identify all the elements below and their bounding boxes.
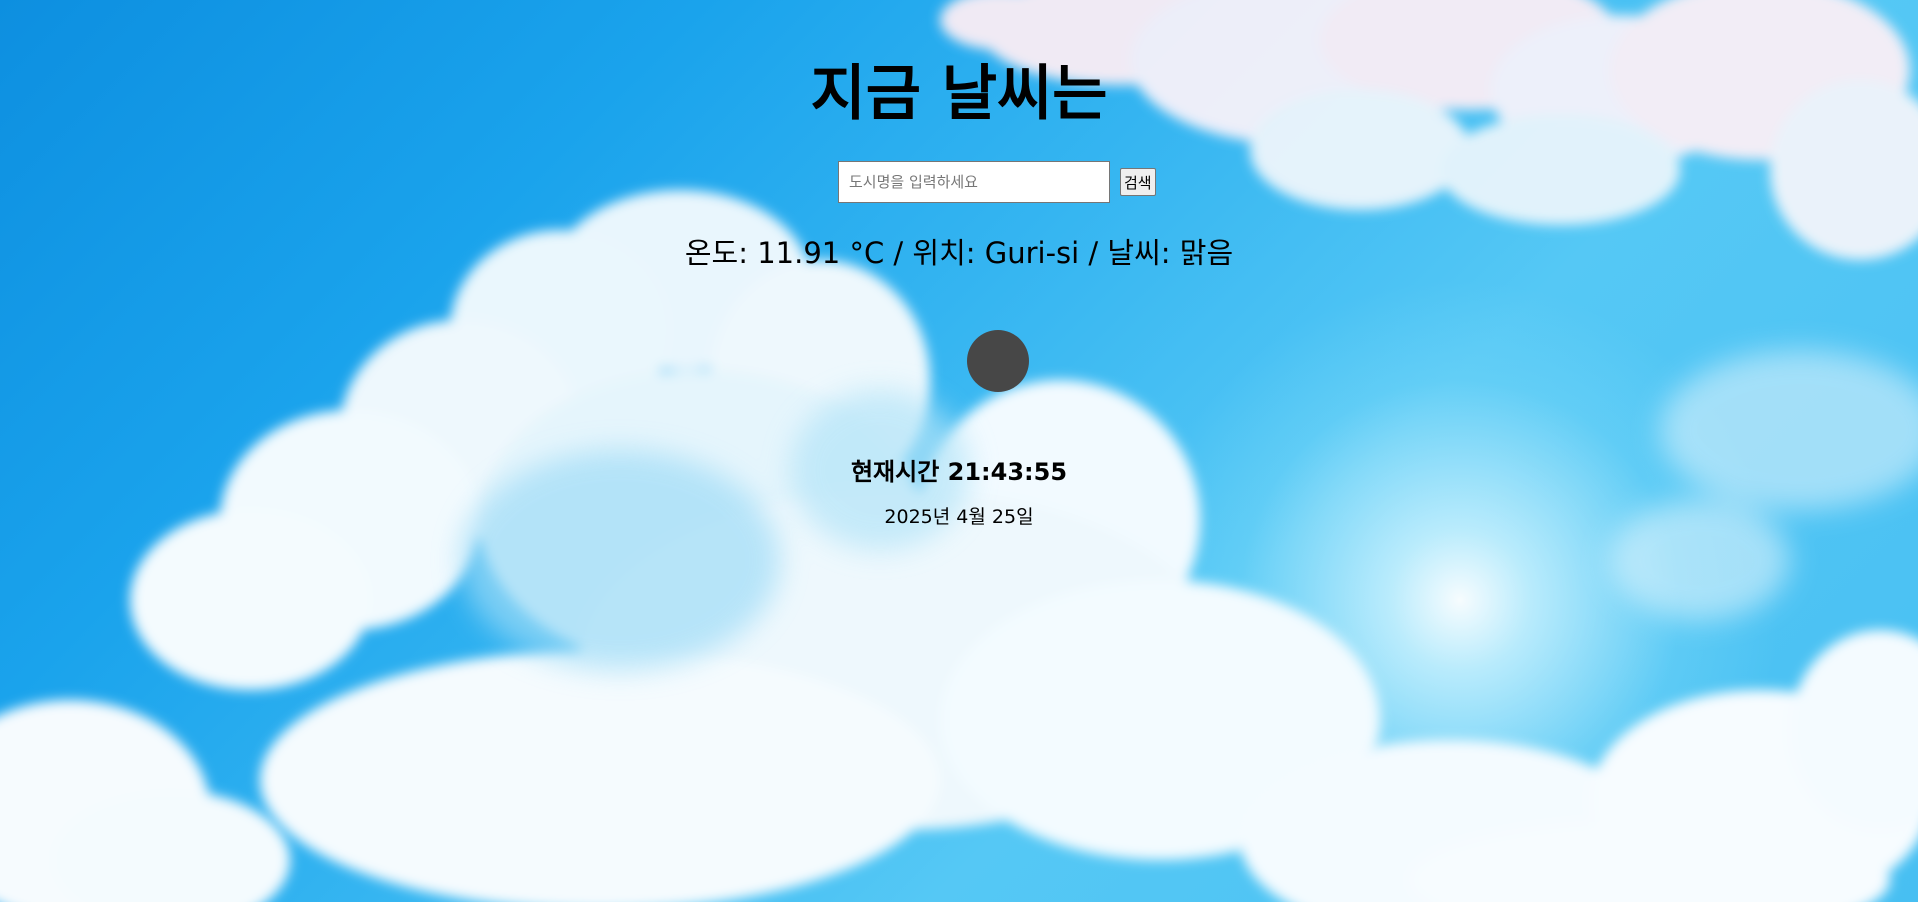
page-title: 지금 날씨는 <box>810 59 1108 129</box>
weather-summary: 온도: 11.91 °C / 위치: Guri-si / 날씨: 맑음 <box>684 236 1234 270</box>
weather-icon <box>967 330 1029 392</box>
weather-app: 지금 날씨는 검색 온도: 11.91 °C / 위치: Guri-si / 날… <box>0 0 1918 902</box>
search-button[interactable]: 검색 <box>1120 168 1156 196</box>
search-bar: 검색 <box>838 160 1156 204</box>
current-date: 2025년 4월 25일 <box>884 506 1034 528</box>
city-search-input[interactable] <box>838 161 1110 203</box>
current-time: 현재시간 21:43:55 <box>850 458 1068 486</box>
